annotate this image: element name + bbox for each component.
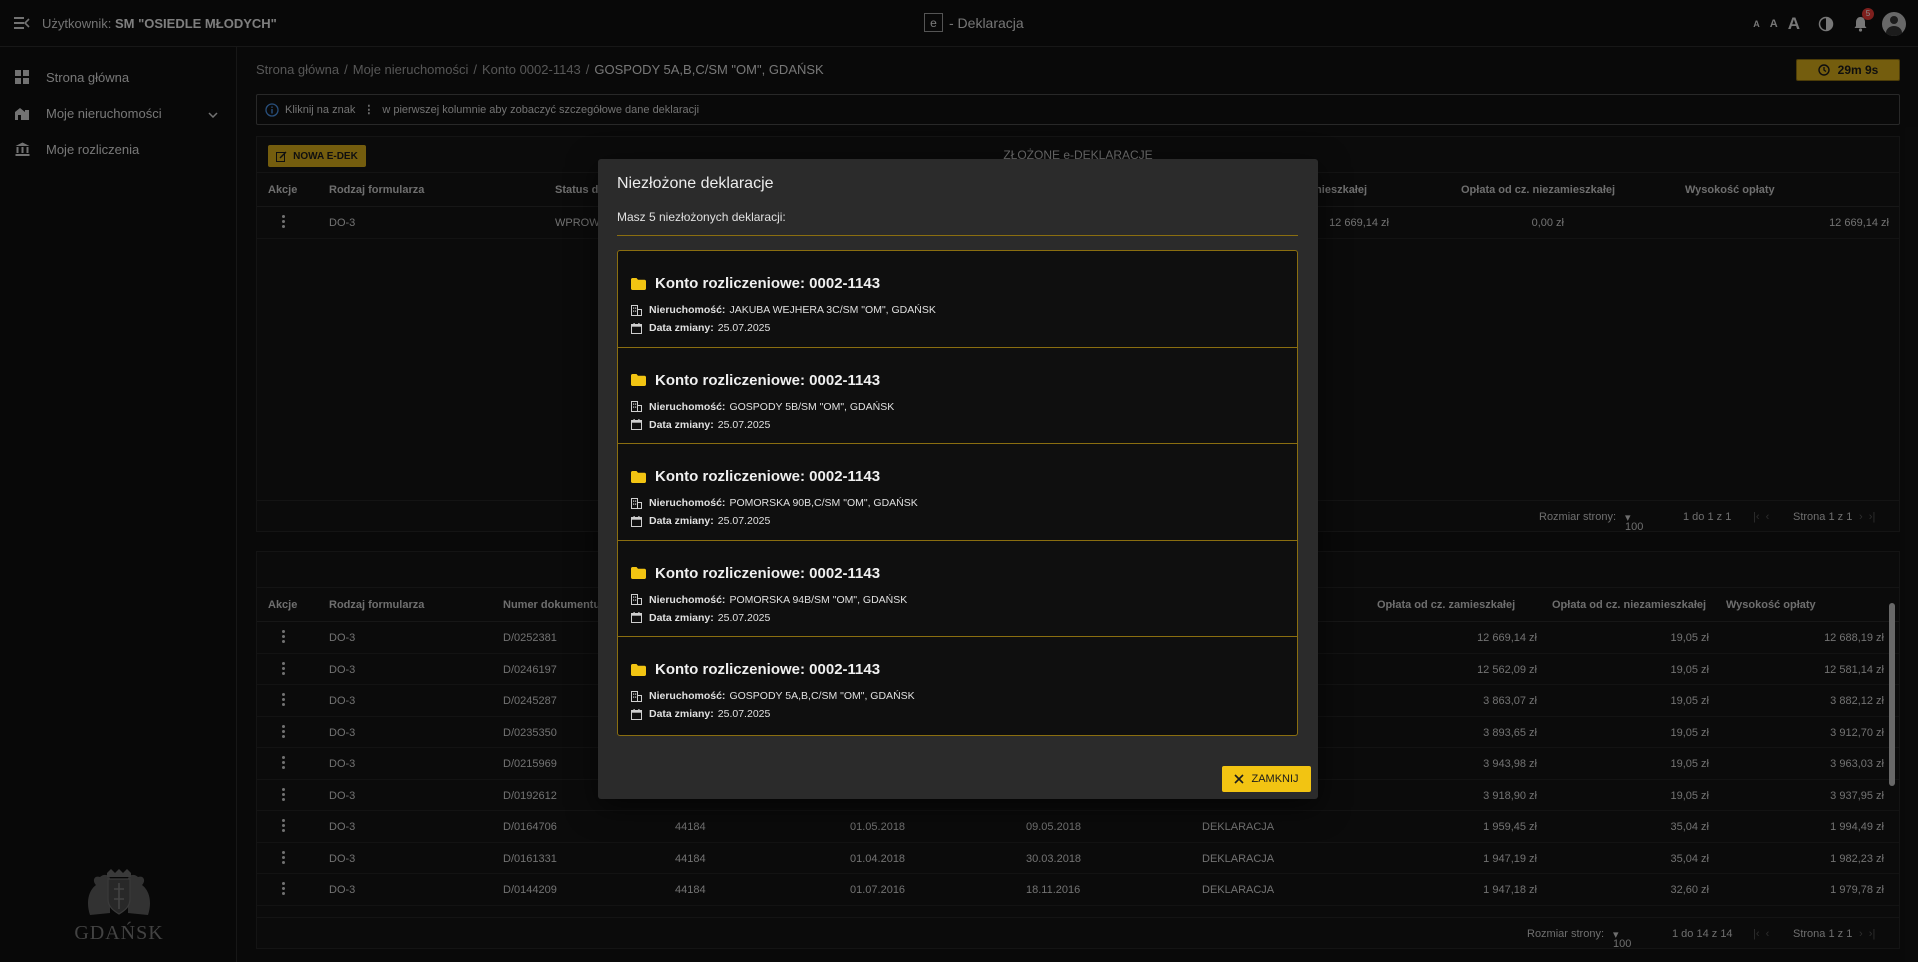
declaration-card[interactable]: Konto rozliczeniowe: 0002-1143 Nieruchom… (618, 348, 1297, 444)
folder-icon (631, 470, 646, 483)
building-icon (631, 497, 642, 509)
building-icon (631, 594, 642, 605)
card-date: Data zmiany: 25.07.2025 (631, 708, 770, 720)
building-icon (631, 304, 642, 316)
card-property: Nieruchomość: POMORSKA 90B,C/SM "OM", GD… (631, 497, 918, 509)
card-date: Data zmiany: 25.07.2025 (631, 612, 770, 624)
close-button[interactable]: ZAMKNIJ (1222, 766, 1311, 792)
declaration-card[interactable]: Konto rozliczeniowe: 0002-1143 Nieruchom… (618, 251, 1297, 348)
declaration-list: Konto rozliczeniowe: 0002-1143 Nieruchom… (617, 250, 1298, 736)
close-icon (1234, 774, 1245, 784)
divider (617, 235, 1298, 236)
calendar-icon (631, 515, 642, 527)
building-icon (631, 690, 642, 702)
calendar-icon (631, 419, 642, 430)
card-property: Nieruchomość: GOSPODY 5A,B,C/SM "OM", GD… (631, 690, 915, 702)
dialog-title: Niezłożone deklaracje (617, 175, 774, 192)
card-title: Konto rozliczeniowe: 0002-1143 (631, 565, 880, 582)
card-date: Data zmiany: 25.07.2025 (631, 515, 770, 527)
card-date: Data zmiany: 25.07.2025 (631, 322, 770, 334)
card-title: Konto rozliczeniowe: 0002-1143 (631, 468, 880, 485)
calendar-icon (631, 612, 642, 623)
card-property: Nieruchomość: GOSPODY 5B/SM "OM", GDAŃSK (631, 401, 894, 413)
card-date: Data zmiany: 25.07.2025 (631, 419, 770, 431)
calendar-icon (631, 322, 642, 334)
folder-icon (631, 663, 646, 676)
card-title: Konto rozliczeniowe: 0002-1143 (631, 661, 880, 678)
card-property: Nieruchomość: JAKUBA WEJHERA 3C/SM "OM",… (631, 304, 936, 316)
card-title: Konto rozliczeniowe: 0002-1143 (631, 372, 880, 389)
folder-icon (631, 567, 646, 579)
unsubmitted-declarations-dialog: Niezłożone deklaracje Masz 5 niezłożonyc… (598, 159, 1318, 799)
building-icon (631, 401, 642, 412)
dialog-subtitle: Masz 5 niezłożonych deklaracji: (617, 210, 786, 224)
folder-icon (631, 374, 646, 386)
calendar-icon (631, 708, 642, 720)
folder-icon (631, 277, 646, 290)
card-property: Nieruchomość: POMORSKA 94B/SM "OM", GDAŃ… (631, 594, 907, 606)
declaration-card[interactable]: Konto rozliczeniowe: 0002-1143 Nieruchom… (618, 637, 1297, 735)
declaration-card[interactable]: Konto rozliczeniowe: 0002-1143 Nieruchom… (618, 444, 1297, 541)
card-title: Konto rozliczeniowe: 0002-1143 (631, 275, 880, 292)
declaration-card[interactable]: Konto rozliczeniowe: 0002-1143 Nieruchom… (618, 541, 1297, 637)
